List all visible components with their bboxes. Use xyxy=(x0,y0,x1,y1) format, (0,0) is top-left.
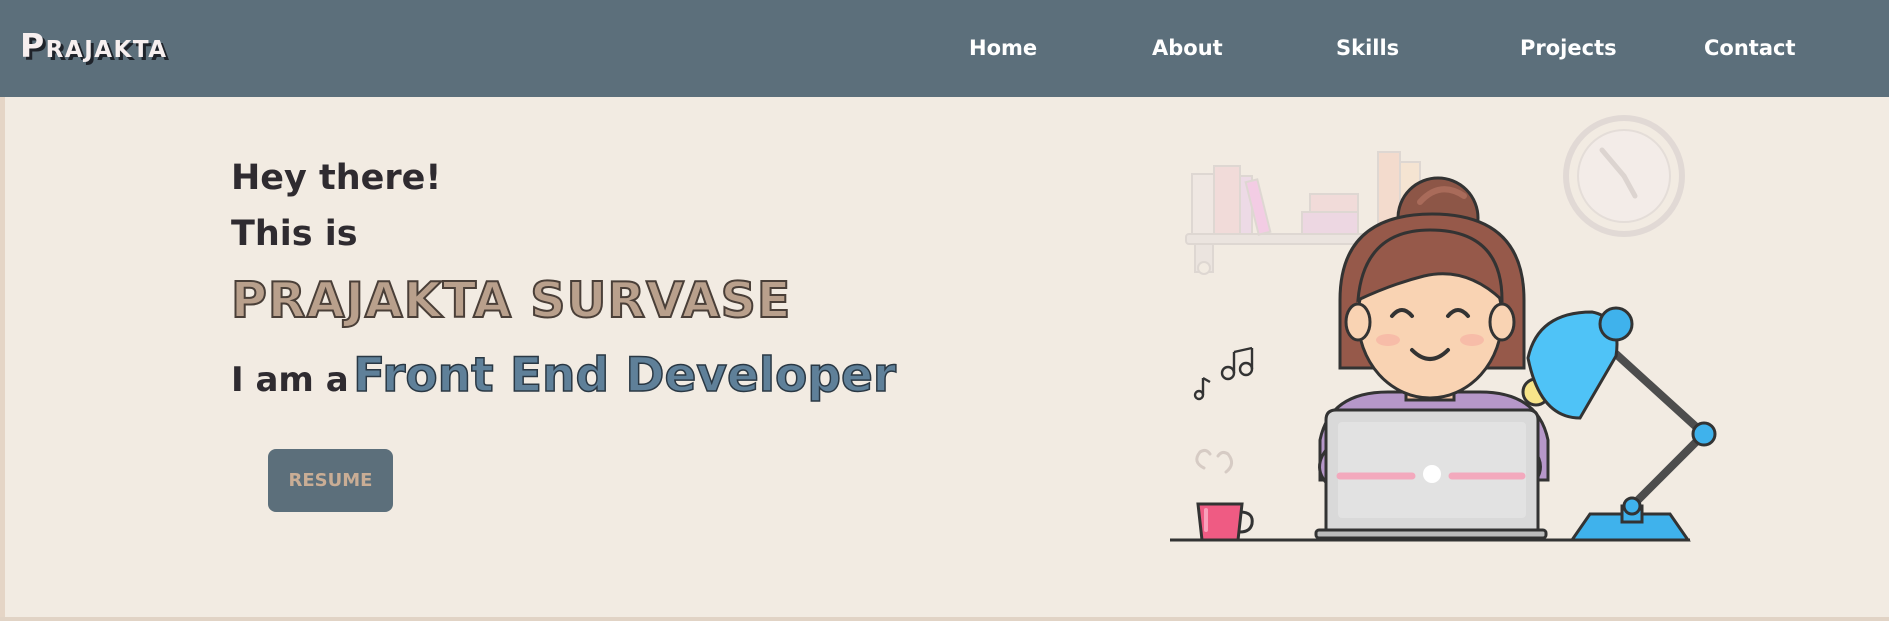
nav-skills[interactable]: Skills xyxy=(1336,36,1399,60)
steam-icon xyxy=(1195,448,1233,474)
wall-clock-icon xyxy=(1563,115,1685,237)
nav-contact[interactable]: Contact xyxy=(1704,36,1796,60)
resume-button[interactable]: RESUME xyxy=(268,449,393,512)
music-notes-icon xyxy=(1193,346,1254,401)
nav-about[interactable]: About xyxy=(1152,36,1223,60)
hero-role-prefix: I am a xyxy=(231,360,349,400)
hero-role-line: I am a Front End Developer xyxy=(231,347,897,404)
nav-projects[interactable]: Projects xyxy=(1520,36,1617,60)
coffee-cup-icon xyxy=(1196,502,1254,542)
hero-greeting: Hey there! xyxy=(231,158,442,198)
hero-intro: This is xyxy=(231,214,358,254)
desk-lamp-icon xyxy=(1521,306,1717,542)
girl-with-laptop-illustration xyxy=(1170,115,1717,542)
laptop-icon xyxy=(1314,408,1548,540)
hero-role: Front End Developer xyxy=(352,347,897,404)
bottom-border xyxy=(0,617,1889,621)
brand-logo[interactable]: Prajakta xyxy=(20,26,168,65)
hero-name: PRAJAKTA SURVASE xyxy=(230,271,792,330)
navbar: Prajakta Home About Skills Projects Cont… xyxy=(0,0,1889,97)
nav-home[interactable]: Home xyxy=(969,36,1037,60)
